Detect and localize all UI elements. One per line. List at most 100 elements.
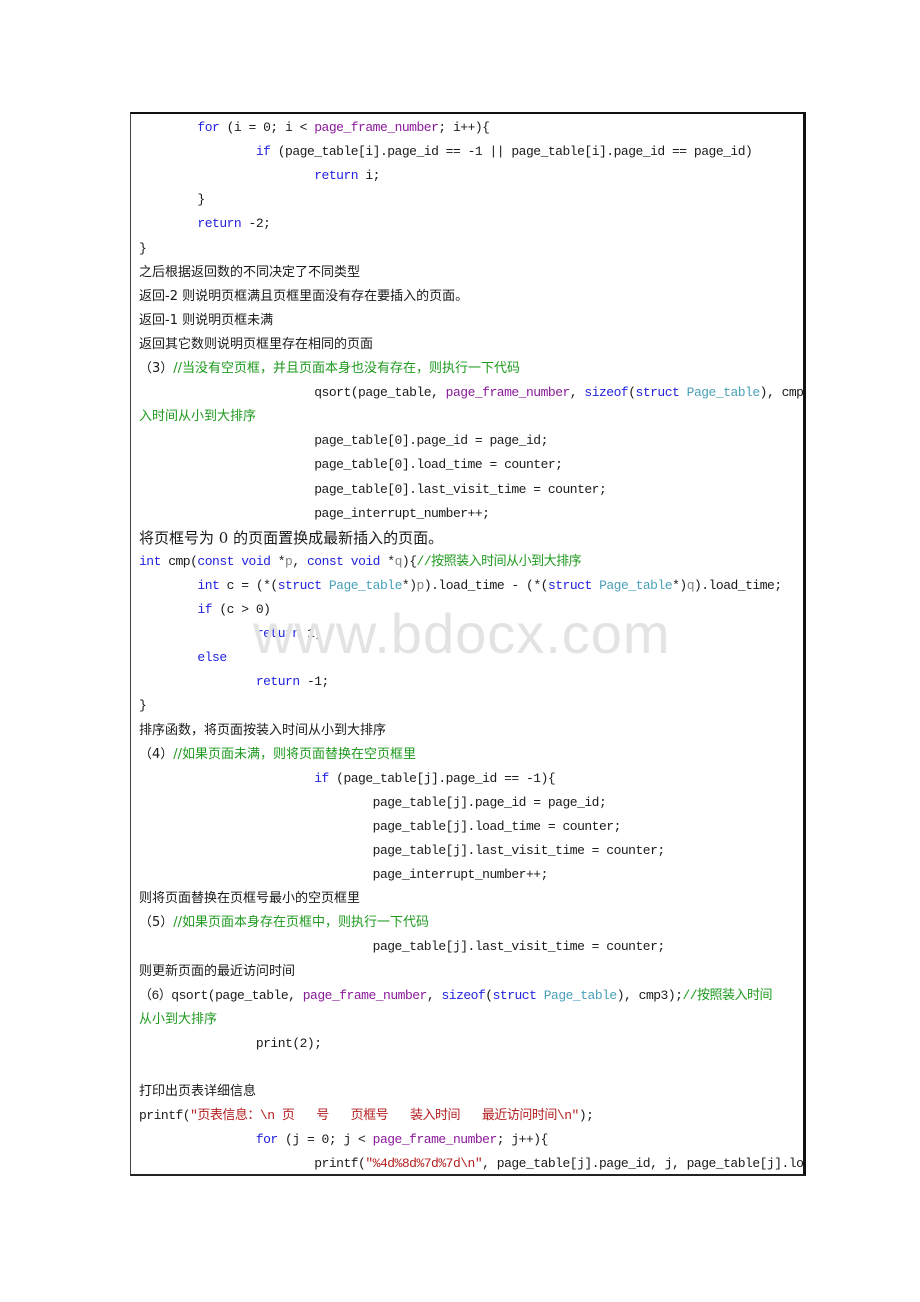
keyword-token: return xyxy=(314,168,359,184)
text-token: page_table[j].page_id = page_id; xyxy=(372,794,607,810)
comment-token: //如果页面未满，则将页面替换在空页框里 xyxy=(173,746,417,762)
code-line: （6）qsort(page_table, page_frame_number, … xyxy=(139,987,773,1004)
text-token: (i = 0; i < xyxy=(219,120,315,135)
text-token: ( xyxy=(628,385,636,401)
text-token: page_interrupt_number++; xyxy=(372,867,549,883)
keyword-token: else xyxy=(197,650,227,666)
type-token: Page_table xyxy=(543,987,618,1003)
keyword-token: return xyxy=(255,674,300,690)
text-token: ; j++){ xyxy=(496,1132,549,1148)
text-token: (page_table[i].page_id == -1 || page_tab… xyxy=(270,144,753,160)
type-token: Page_table xyxy=(599,577,673,593)
text-token: ( xyxy=(485,987,493,1003)
code-line: page_table[j].last_visit_time = counter; xyxy=(139,843,666,859)
prose-line: （3）//当没有空页框，并且页面本身也没有存在，则执行一下代码 xyxy=(139,361,520,377)
text-token: ; i++){ xyxy=(438,120,490,135)
param-token: p xyxy=(416,577,425,593)
keyword-token: return xyxy=(197,216,242,232)
code-line: } xyxy=(139,698,147,714)
text-token: } xyxy=(139,698,147,714)
keyword-token: int xyxy=(197,577,220,593)
macro-token: page_frame_number xyxy=(302,987,428,1003)
code-line: page_table[0].last_visit_time = counter; xyxy=(139,482,607,498)
text-token: 则将页面替换在页框号最小的空页框里 xyxy=(139,891,361,907)
type-token: Page_table xyxy=(328,577,403,593)
text-token: page_table[0].load_time = counter; xyxy=(314,457,563,473)
string-token: "%4d%8d%7d%7d\n" xyxy=(365,1156,483,1172)
text-token: -2; xyxy=(241,216,271,232)
keyword-token: int xyxy=(139,553,161,569)
text-token: -1; xyxy=(299,674,329,690)
text-token: printf( xyxy=(314,1156,366,1172)
code-line: for (i = 0; i < page_frame_number; i++){ xyxy=(139,120,490,136)
text-token: page_table[j].last_visit_time = counter; xyxy=(372,939,666,955)
keyword-token: const void xyxy=(197,553,271,569)
code-line: printf("页表信息：\n 页 号 页框号 装入时间 最近访问时间\n"); xyxy=(139,1108,594,1124)
string-token: "页表信息：\n 页 号 页框号 装入时间 最近访问时间\n" xyxy=(190,1108,579,1124)
comment-token: 从小到大排序 xyxy=(139,1011,218,1027)
prose-line: 则将页面替换在页框号最小的空页框里 xyxy=(139,891,360,907)
text-token: } xyxy=(139,240,147,256)
code-line: page_table[0].load_time = counter; xyxy=(139,457,563,473)
text-token: ), cmp); xyxy=(759,385,804,401)
text-token: , page_table[j].page_id, j, page_table[j… xyxy=(482,1156,804,1172)
code-line: qsort(page_table, page_frame_number, siz… xyxy=(139,385,804,401)
prose-line: 返回-1 则说明页框未满 xyxy=(139,313,273,329)
comment-token: //如果页面本身存在页框中，则执行一下代码 xyxy=(173,915,430,931)
text-token: (page_table[j].page_id == -1){ xyxy=(328,770,556,786)
code-line: int c = (*(struct Page_table*)p).load_ti… xyxy=(139,578,782,594)
code-line: for (j = 0; j < page_frame_number; j++){ xyxy=(139,1132,549,1148)
macro-token: page_frame_number xyxy=(372,1132,498,1148)
text-token: 返回其它数则说明页框里存在相同的页面 xyxy=(139,336,374,352)
text-token: , xyxy=(569,385,585,401)
text-token: (c > 0) xyxy=(212,602,271,617)
code-line: page_table[j].page_id = page_id; xyxy=(139,794,607,811)
text-token: print(2); xyxy=(255,1035,322,1051)
text-token: 之后根据返回数的不同决定了不同类型 xyxy=(139,264,361,280)
text-token: * xyxy=(270,553,286,569)
prose-line: 返回-2 则说明页框满且页框里面没有存在要插入的页面。 xyxy=(139,289,468,305)
code-line: return 1; xyxy=(139,626,322,642)
param-token: q xyxy=(394,553,403,569)
keyword-token: return xyxy=(255,626,300,642)
param-token: q xyxy=(686,577,695,593)
comment-token: //当没有空页框，并且页面本身也没有存在，则执行一下代码 xyxy=(173,361,521,376)
text-token: , xyxy=(426,987,442,1003)
text-token: 则更新页面的最近访问时间 xyxy=(139,963,296,979)
text-token: （6）qsort(page_table, xyxy=(139,987,303,1003)
comment-token: //按照装入时间 xyxy=(682,987,773,1003)
code-line: page_interrupt_number++; xyxy=(139,867,549,883)
keyword-token: struct xyxy=(277,577,322,593)
prose-line: 则更新页面的最近访问时间 xyxy=(139,964,295,980)
text-token: page_table[j].last_visit_time = counter; xyxy=(372,843,666,858)
code-line: int cmp(const void *p, const void *q){//… xyxy=(139,553,582,570)
code-line: print(2); xyxy=(139,1036,322,1052)
text-token: ); xyxy=(578,1108,594,1124)
macro-token: page_frame_number xyxy=(445,385,571,401)
code-line: } xyxy=(139,192,205,208)
code-table-cell: for (i = 0; i < page_frame_number; i++){… xyxy=(130,112,806,1176)
text-token: *) xyxy=(672,577,687,593)
code-line: return i; xyxy=(139,168,380,184)
text-token: page_table[j].load_time = counter; xyxy=(372,818,622,834)
keyword-token: if xyxy=(314,770,329,786)
code-line: if (page_table[i].page_id == -1 || page_… xyxy=(139,144,753,160)
text-token: 将页框号为 0 的页面置换成最新插入的页面。 xyxy=(139,528,444,547)
